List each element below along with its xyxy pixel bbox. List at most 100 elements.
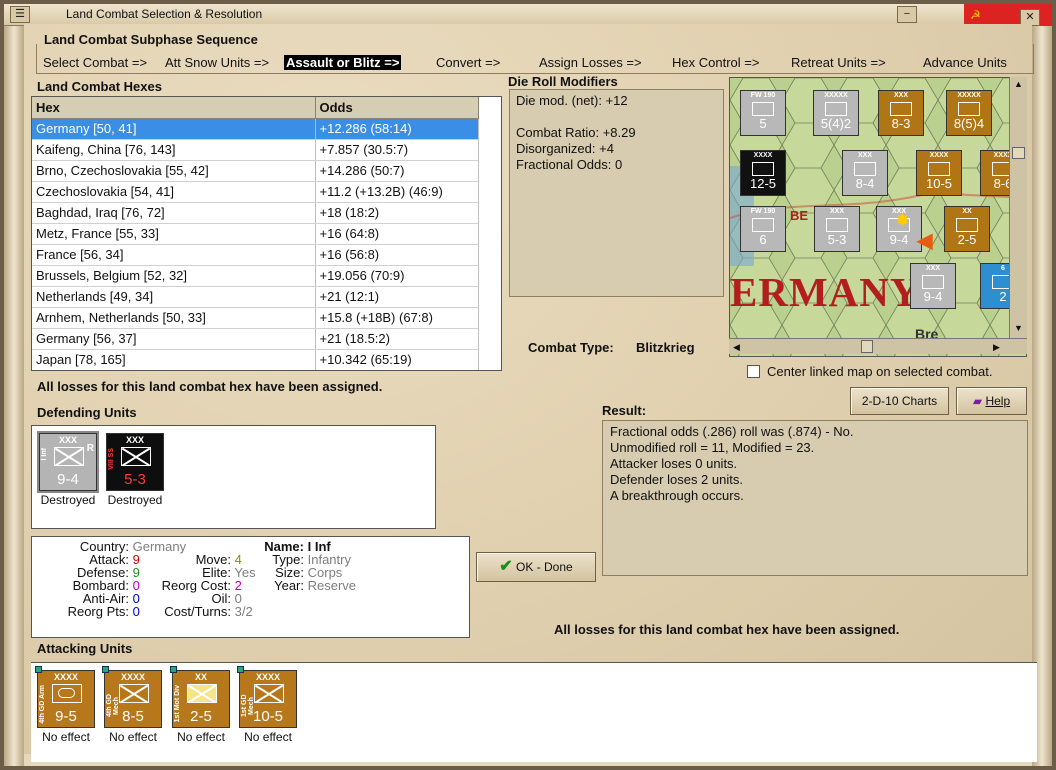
- result-line: Unmodified roll = 11, Modified = 23.: [610, 440, 815, 455]
- attacking-unit[interactable]: XXXX 1st GD Mech 10-5 No effect: [235, 666, 301, 744]
- map-counter-size: XXXX: [753, 152, 773, 159]
- scroll-left-icon[interactable]: ◀: [733, 342, 740, 353]
- unit-strength: 5-3: [124, 471, 146, 488]
- hex-row[interactable]: Brussels, Belgium [52, 32] +19.056 (70:9): [32, 265, 479, 287]
- attacking-title: Attacking Units: [37, 641, 133, 656]
- map-counter[interactable]: XXXX 10-5: [916, 150, 962, 196]
- hex-row[interactable]: Japan [78, 165] +10.342 (65:19): [32, 349, 479, 370]
- hex-cell: Czechoslovakia [54, 41]: [32, 181, 316, 203]
- map-counter-strength: 10-5: [925, 176, 953, 191]
- reorg-pts-value: 0: [132, 604, 140, 619]
- step-hex-control[interactable]: Hex Control =>: [672, 55, 759, 70]
- odds-cell: +14.286 (50:7): [315, 160, 479, 182]
- map-counter[interactable]: FW 190 5: [740, 90, 786, 136]
- attacking-unit[interactable]: XXXX 4th GD Arm 9-5 No effect: [33, 666, 99, 744]
- map-counter[interactable]: XXX 8-4: [842, 150, 888, 196]
- result-losses-message: All losses for this land combat hex have…: [554, 622, 900, 637]
- map-counter-strength: 2-5: [957, 232, 977, 247]
- odds-cell: +11.2 (+13.2B) (46:9): [315, 181, 479, 203]
- map-counter-size: FW 190: [750, 208, 776, 215]
- map-counter[interactable]: XXXXX 5(4)2: [813, 90, 859, 136]
- hex-row[interactable]: Baghdad, Iraq [76, 72] +18 (18:2): [32, 202, 479, 224]
- column-header-odds[interactable]: Odds: [315, 97, 479, 119]
- result-line: Attacker loses 0 units.: [610, 456, 738, 471]
- step-convert[interactable]: Convert =>: [436, 55, 500, 70]
- infantry-icon: [854, 162, 876, 176]
- step-assault-or-blitz[interactable]: Assault or Blitz =>: [284, 55, 402, 70]
- map-counter[interactable]: XXX 9-4: [910, 263, 956, 309]
- odds-cell: +15.8 (+18B) (67:8): [315, 307, 479, 329]
- center-map-checkbox-label: Center linked map on selected combat.: [767, 364, 993, 379]
- step-select-combat[interactable]: Select Combat =>: [43, 55, 147, 70]
- result-line: A breakthrough occurs.: [610, 488, 744, 503]
- map-counter[interactable]: XXXX 12-5: [740, 150, 786, 196]
- hex-row[interactable]: Netherlands [49, 34] +21 (12:1): [32, 286, 479, 308]
- cost-turns-value: 3/2: [234, 604, 253, 619]
- scroll-up-icon[interactable]: ▲: [1014, 79, 1023, 89]
- hexes-title: Land Combat Hexes: [37, 79, 162, 94]
- step-att-snow-units[interactable]: Att Snow Units =>: [165, 55, 269, 70]
- hex-row[interactable]: France [56, 34] +16 (56:8): [32, 244, 479, 266]
- hex-row[interactable]: Czechoslovakia [54, 41] +11.2 (+13.2B) (4…: [32, 181, 479, 203]
- unit-strength: 8-5: [122, 708, 144, 725]
- step-retreat-units[interactable]: Retreat Units =>: [791, 55, 886, 70]
- combat-type-value: Blitzkrieg: [636, 340, 695, 355]
- attacking-unit[interactable]: XX 1st Mot Div 2-5 No effect: [168, 666, 234, 744]
- title-bar: ☰ Land Combat Selection & Resolution − ☭: [4, 4, 1052, 26]
- hex-row[interactable]: Brno, Czechoslovakia [55, 42] +14.286 (50…: [32, 160, 479, 182]
- hex-cell: Arnhem, Netherlands [50, 33]: [32, 307, 316, 329]
- drm-line: Fractional Odds: 0: [516, 157, 623, 172]
- map-counter[interactable]: XXX 8-3: [878, 90, 924, 136]
- unit-size: XXXX: [255, 672, 280, 682]
- map-counter-size: XXX: [857, 152, 872, 159]
- hex-row[interactable]: Germany [56, 37] +21 (18.5:2): [32, 328, 479, 350]
- map-counter[interactable]: XXX 5-3: [814, 206, 860, 252]
- map-counter[interactable]: FW 190 6: [740, 206, 786, 252]
- drm-title: Die Roll Modifiers: [508, 74, 618, 89]
- minimize-button[interactable]: −: [897, 6, 917, 23]
- scroll-right-icon[interactable]: ▶: [993, 342, 1000, 353]
- hex-row[interactable]: Kaifeng, China [76, 143] +7.857 (30.5:7): [32, 139, 479, 161]
- defending-unit[interactable]: XXX I Inf 9-4 R Destroyed: [35, 431, 101, 507]
- defending-unit[interactable]: XXX VIII SS 5-3 Destroyed: [102, 433, 168, 507]
- map-vertical-thumb[interactable]: [1012, 147, 1025, 159]
- map-counter-size: XXXXX: [957, 92, 981, 99]
- unit-counter: XXXX 1st GD Mech 10-5: [237, 666, 297, 728]
- map-counter-strength: 8(5)4: [953, 116, 985, 131]
- map-horizontal-thumb[interactable]: [861, 340, 873, 353]
- unit-status: No effect: [109, 730, 157, 744]
- hex-cell: France [56, 34]: [32, 244, 316, 266]
- combat-fire-icon: ✸: [895, 210, 911, 230]
- ok-done-button[interactable]: ✔ OK - Done: [476, 552, 596, 582]
- map-vertical-scrollbar[interactable]: ▲ ▼: [1009, 77, 1027, 338]
- frame-right: [1032, 26, 1052, 766]
- infantry-icon: [826, 218, 848, 232]
- result-line: Defender loses 2 units.: [610, 472, 743, 487]
- help-button[interactable]: ▰ Help: [956, 387, 1027, 415]
- drm-line: Disorganized: +4: [516, 141, 614, 156]
- map-counter[interactable]: XXXXX 8(5)4: [946, 90, 992, 136]
- map-horizontal-scrollbar[interactable]: ◀ ▶: [729, 338, 1027, 354]
- charts-button[interactable]: 2-D-10 Charts: [850, 387, 949, 415]
- map-counter-size: XXXX: [929, 152, 949, 159]
- scroll-down-icon[interactable]: ▼: [1014, 323, 1023, 333]
- hex-row[interactable]: Metz, France [55, 33] +16 (64:8): [32, 223, 479, 245]
- unit-status: No effect: [244, 730, 292, 744]
- linked-map[interactable]: ERMANY BE Bre FW 190 5 XXXXX 5(4)2 XXX 8-3 XXX…: [729, 77, 1027, 357]
- attacking-unit[interactable]: XXXX 4th GD Mech 8-5 No effect: [100, 666, 166, 744]
- hex-table: Hex Odds Germany [50, 41] +12.286 (58:14)…: [31, 96, 502, 371]
- map-counter-strength: 8-4: [855, 176, 875, 191]
- help-book-icon: ▰: [972, 394, 983, 408]
- step-assign-losses[interactable]: Assign Losses =>: [539, 55, 642, 70]
- hex-row[interactable]: Germany [50, 41] +12.286 (58:14): [32, 118, 479, 140]
- system-menu-button[interactable]: ☰: [10, 6, 30, 23]
- step-advance-units[interactable]: Advance Units: [923, 55, 1007, 70]
- unit-designation: I Inf: [41, 448, 48, 461]
- hex-row[interactable]: Arnhem, Netherlands [50, 33] +15.8 (+18B)…: [32, 307, 479, 329]
- unit-counter: XX 1st Mot Div 2-5: [170, 666, 230, 728]
- center-map-checkbox[interactable]: [747, 365, 760, 378]
- map-counter[interactable]: XX 2-5: [944, 206, 990, 252]
- unit-counter: XXX I Inf 9-4 R: [37, 431, 99, 493]
- column-header-hex[interactable]: Hex: [32, 97, 316, 119]
- unit-counter: XXXX 4th GD Arm 9-5: [35, 666, 95, 728]
